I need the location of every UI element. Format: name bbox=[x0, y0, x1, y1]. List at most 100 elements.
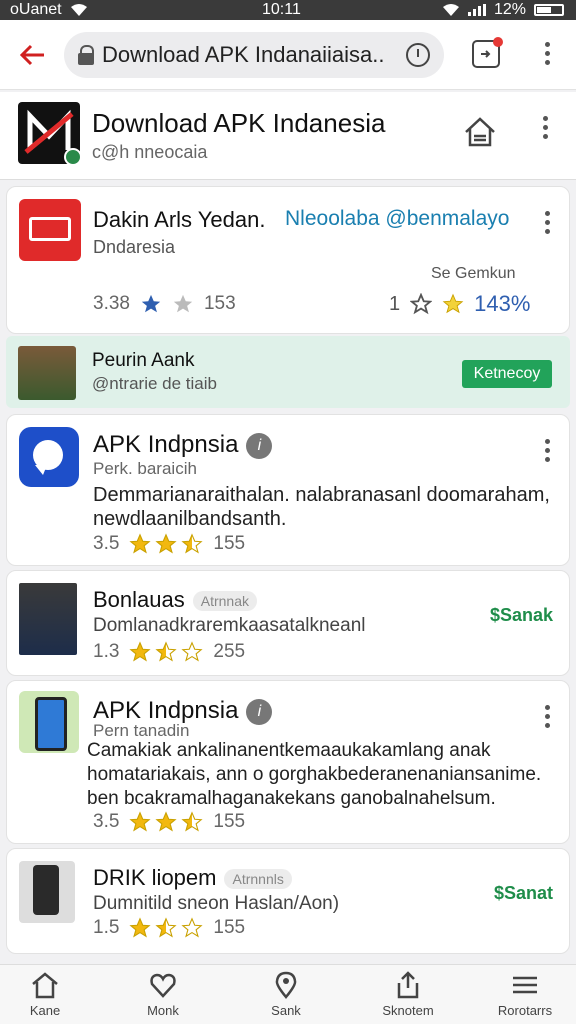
app-description: Demmarianaraithalan. nalabranasanl dooma… bbox=[93, 484, 550, 530]
wifi-icon bbox=[442, 4, 459, 16]
rating-row: 3.38 153 bbox=[93, 293, 236, 315]
app-title: Dakin Arls Yedan. bbox=[93, 207, 266, 232]
promo-banner[interactable]: Peurin Aank @ntrarie de tiaib Ketnecoy bbox=[6, 336, 570, 408]
star-filled-icon bbox=[129, 811, 152, 832]
app-subtitle: Perk. baraicih bbox=[93, 459, 197, 478]
tag-pill: Atrnnnls bbox=[224, 869, 292, 890]
signal-icon bbox=[467, 4, 486, 16]
notification-dot bbox=[493, 37, 503, 47]
app-subtitle: Dndaresia bbox=[93, 237, 176, 257]
star-filled-icon bbox=[129, 641, 152, 662]
nav-home[interactable]: Kane bbox=[0, 971, 90, 1018]
rating-value: 3.5 bbox=[93, 533, 120, 554]
summary-percent: 143% bbox=[474, 291, 531, 316]
star-rating bbox=[129, 641, 204, 663]
app-subtitle: Domlanadkraremkaasatalkneanl bbox=[93, 615, 366, 636]
star-rating bbox=[129, 533, 204, 555]
address-bar[interactable]: Download APK Indanaiiaisa.. bbox=[64, 32, 444, 78]
clock: 10:11 bbox=[262, 1, 301, 18]
tag-pill: Atrnnak bbox=[192, 591, 257, 612]
rating-summary: 1 143% bbox=[389, 291, 530, 317]
nav-favorites[interactable]: Monk bbox=[118, 971, 208, 1018]
star-filled-icon bbox=[129, 533, 152, 554]
chat-app-icon bbox=[19, 427, 79, 487]
card-menu-button[interactable] bbox=[537, 705, 557, 728]
app-subtitle: Pern tanadin bbox=[93, 721, 190, 740]
summary-number: 1 bbox=[389, 292, 401, 315]
info-icon[interactable]: i bbox=[246, 698, 273, 725]
menu-icon bbox=[513, 976, 537, 994]
rating-count: 155 bbox=[213, 533, 246, 554]
developer-link[interactable]: Nleoolaba @benmalayo bbox=[285, 207, 509, 231]
star-filled-icon bbox=[155, 533, 178, 554]
nav-location[interactable]: Sank bbox=[241, 971, 331, 1018]
price-label[interactable]: $Sanak bbox=[490, 605, 553, 626]
home-icon bbox=[32, 972, 58, 999]
lock-icon bbox=[78, 45, 94, 65]
rating-count: 155 bbox=[213, 811, 246, 832]
heart-icon bbox=[150, 973, 176, 998]
app-title: DRIK liopem bbox=[93, 865, 217, 890]
star-half-icon bbox=[155, 917, 178, 938]
app-card[interactable]: APK Indpnsia i Pern tanadin Camakiak anka… bbox=[6, 680, 570, 844]
app-title: APK Indpnsia bbox=[93, 431, 239, 458]
browser-menu-button[interactable] bbox=[537, 42, 557, 65]
site-menu-button[interactable] bbox=[535, 116, 555, 139]
promo-name: Peurin Aank bbox=[92, 350, 195, 371]
featured-app-card[interactable]: Dakin Arls Yedan. Nleoolaba @benmalayo D… bbox=[6, 186, 570, 334]
app-card[interactable]: APK Indpnsia i Perk. baraicih Demmarianar… bbox=[6, 414, 570, 566]
app-title-row: Bonlauas Atrnnak bbox=[93, 587, 257, 613]
app-title: APK Indpnsia bbox=[93, 697, 239, 724]
developer-photo bbox=[19, 583, 77, 655]
arrow-left-icon bbox=[19, 44, 44, 65]
star-icon bbox=[141, 294, 161, 313]
star-rating bbox=[129, 917, 204, 939]
info-icon[interactable]: i bbox=[246, 432, 273, 459]
browser-toolbar: Download APK Indanaiiaisa.. bbox=[0, 20, 576, 90]
price-label[interactable]: $Sanat bbox=[494, 883, 553, 904]
star-filled-icon bbox=[155, 811, 178, 832]
star-empty-icon bbox=[181, 641, 204, 662]
app-title-row: APK Indpnsia i bbox=[93, 431, 273, 459]
phone-app-icon bbox=[19, 861, 75, 923]
avatar bbox=[18, 346, 76, 400]
nav-label: Sknotem bbox=[382, 1003, 434, 1018]
app-title-row: DRIK liopem Atrnnnls bbox=[93, 865, 292, 891]
tabs-button[interactable] bbox=[472, 37, 503, 68]
carrier-label: oUanet bbox=[10, 1, 62, 18]
app-card[interactable]: DRIK liopem Atrnnnls Dumnitild sneon Hasl… bbox=[6, 848, 570, 954]
rating-value: 3.5 bbox=[93, 811, 120, 832]
nav-label: Kane bbox=[29, 1003, 61, 1018]
star-icon bbox=[442, 293, 464, 314]
card-menu-button[interactable] bbox=[537, 211, 557, 234]
bottom-navigation: Kane Monk Sank Sknotem Rorotarrs bbox=[0, 964, 576, 1024]
promo-cta-button[interactable]: Ketnecoy bbox=[462, 360, 552, 388]
status-bar: oUanet 10:11 12% bbox=[0, 0, 576, 20]
side-label: Se Gemkun bbox=[431, 265, 516, 282]
star-half-icon bbox=[181, 811, 204, 832]
battery-percent: 12% bbox=[493, 1, 526, 18]
location-pin-icon bbox=[275, 971, 297, 999]
rating-count: 153 bbox=[203, 293, 236, 314]
nav-label: Rorotarrs bbox=[497, 1003, 553, 1018]
back-button[interactable] bbox=[10, 33, 54, 77]
app-title: Bonlauas bbox=[93, 587, 185, 612]
rating-row: 1.3 255 bbox=[93, 641, 245, 663]
rating-value: 3.38 bbox=[93, 293, 130, 314]
card-menu-button[interactable] bbox=[537, 439, 557, 462]
reload-icon[interactable] bbox=[406, 43, 430, 67]
rating-row: 1.5 155 bbox=[93, 917, 245, 939]
bookmark-home-icon[interactable] bbox=[462, 114, 498, 150]
rating-count: 255 bbox=[213, 641, 246, 662]
app-card[interactable]: Bonlauas Atrnnak Domlanadkraremkaasatalkn… bbox=[6, 570, 570, 676]
share-icon bbox=[397, 971, 419, 999]
site-subtitle: c@h nneocaia bbox=[92, 142, 208, 162]
promo-handle: @ntrarie de tiaib bbox=[92, 374, 217, 393]
site-logo[interactable] bbox=[18, 102, 82, 166]
app-description: Camakiak ankalinanentkemaaukakamlang ana… bbox=[87, 740, 542, 809]
nav-share[interactable]: Sknotem bbox=[363, 971, 453, 1018]
tab-switch-icon bbox=[481, 50, 491, 58]
nav-menu[interactable]: Rorotarrs bbox=[480, 971, 570, 1018]
rating-count: 155 bbox=[213, 917, 246, 938]
rating-value: 1.3 bbox=[93, 641, 120, 662]
